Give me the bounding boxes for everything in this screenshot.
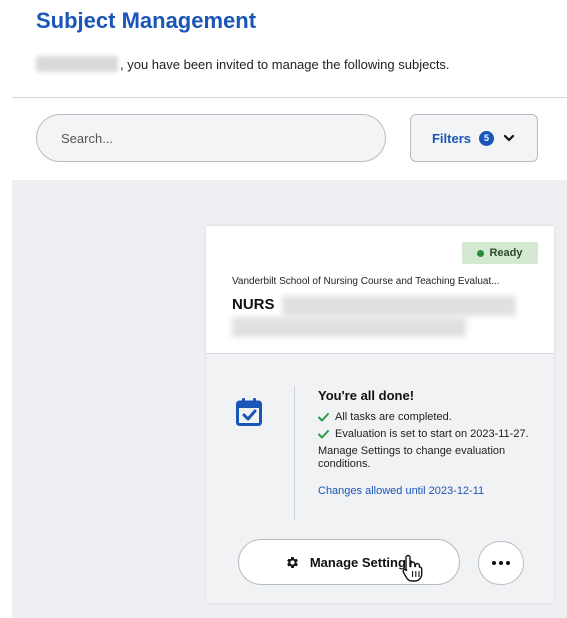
check-item-text: All tasks are completed.	[335, 411, 452, 423]
calendar-check-icon	[236, 398, 262, 426]
manage-settings-label: Manage Settings	[309, 554, 414, 570]
checkmark-icon	[318, 413, 329, 422]
invite-message: , you have been invited to manage the fo…	[36, 56, 450, 72]
more-options-button[interactable]	[478, 541, 524, 585]
search-input[interactable]	[61, 130, 385, 146]
subject-card-header: Ready Vanderbilt School of Nursing Cours…	[206, 226, 554, 354]
subject-card: Ready Vanderbilt School of Nursing Cours…	[206, 226, 554, 603]
check-item-text: Evaluation is set to start on 2023-11-27…	[335, 428, 529, 440]
body-divider	[294, 386, 295, 520]
completion-summary: You're all done! All tasks are completed…	[318, 388, 538, 497]
search-box[interactable]	[36, 114, 386, 162]
filters-label: Filters	[431, 130, 471, 146]
check-item: All tasks are completed.	[318, 411, 538, 424]
header-divider	[12, 97, 567, 98]
manage-note: Manage Settings to change evaluation con…	[318, 445, 506, 470]
changes-allowed-link[interactable]: Changes allowed until 2023-12-11	[318, 485, 538, 497]
more-horizontal-icon	[492, 561, 496, 565]
invite-text: , you have been invited to manage the fo…	[120, 56, 450, 72]
survey-name: Vanderbilt School of Nursing Course and …	[232, 276, 500, 287]
filters-count-badge: 5	[479, 130, 494, 146]
redacted-user-name	[36, 56, 118, 72]
status-dot-icon	[477, 249, 485, 257]
course-code: NURS	[232, 296, 275, 313]
redacted-course-title	[282, 296, 516, 316]
status-badge: Ready	[462, 242, 538, 264]
checkmark-icon	[318, 430, 329, 439]
subject-card-body: You're all done! All tasks are completed…	[206, 354, 554, 603]
check-item: Evaluation is set to start on 2023-11-27…	[318, 428, 538, 441]
page-title: Subject Management	[36, 8, 257, 33]
filters-button[interactable]: Filters 5	[410, 114, 538, 162]
status-label: Ready	[489, 247, 523, 259]
hand-pointer-cursor	[402, 554, 423, 582]
redacted-course-title-line2	[232, 317, 466, 337]
chevron-down-icon	[503, 134, 515, 142]
done-title: You're all done!	[318, 388, 415, 403]
gear-icon	[286, 556, 298, 568]
